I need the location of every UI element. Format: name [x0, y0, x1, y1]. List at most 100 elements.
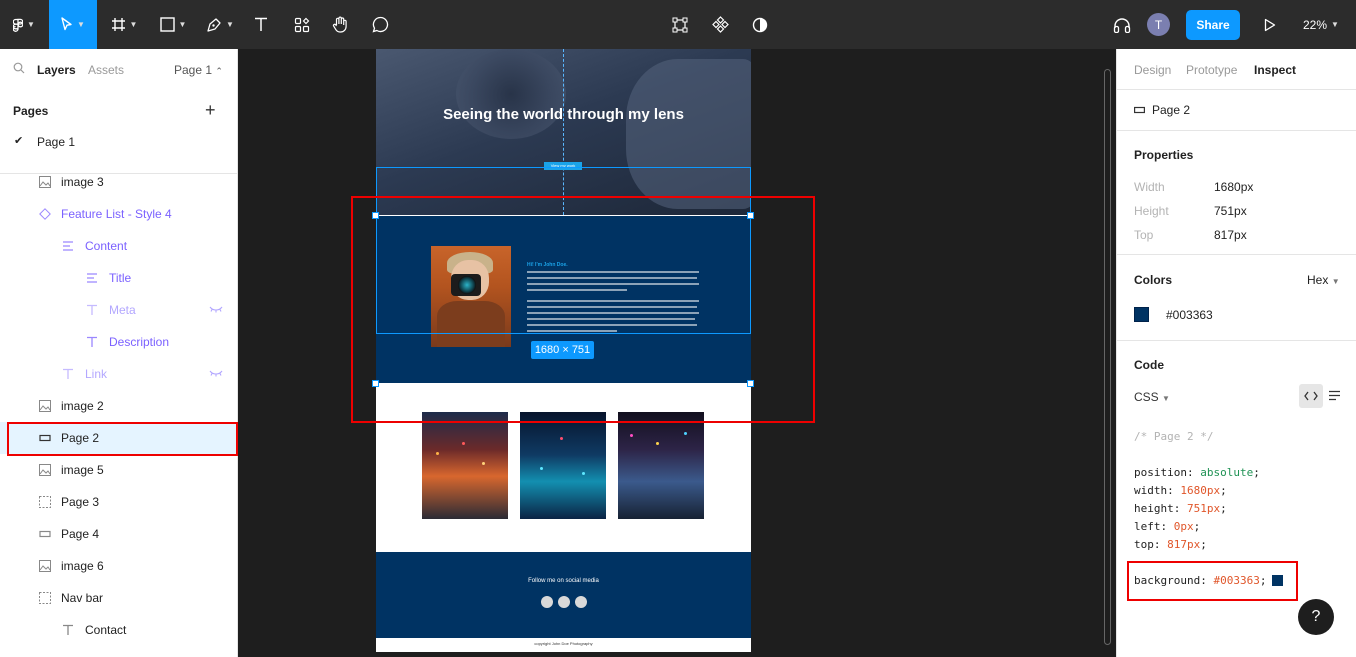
footer: copyright John Doe Photography	[376, 638, 751, 652]
audio-button[interactable]	[1110, 0, 1134, 49]
frame-tool-button[interactable]: ▼	[106, 0, 142, 49]
page-item[interactable]: ✔ Page 1	[0, 131, 237, 153]
social-icon[interactable]	[558, 596, 570, 608]
layer-label: Feature List - Style 4	[61, 207, 172, 221]
gallery-photo[interactable]	[618, 412, 704, 519]
group-icon	[39, 496, 51, 508]
layer-label: Page 4	[61, 527, 100, 541]
highlight-box	[351, 196, 815, 423]
color-format-dropdown[interactable]: Hex ▼	[1307, 273, 1340, 287]
layer-item[interactable]: Meta	[0, 294, 237, 326]
hidden-eye-icon[interactable]	[209, 369, 223, 377]
add-page-button[interactable]: +	[205, 100, 216, 121]
property-value[interactable]: 751px	[1214, 204, 1247, 218]
chevron-down-icon: ▼	[77, 20, 85, 29]
comment-tool-button[interactable]	[368, 0, 392, 49]
move-tool-button[interactable]: ▼	[49, 0, 97, 49]
tab-assets[interactable]: Assets	[88, 63, 124, 77]
social-icon[interactable]	[575, 596, 587, 608]
layer-item[interactable]: Page 4	[0, 518, 237, 550]
text-tool-button[interactable]	[249, 0, 273, 49]
social-icon[interactable]	[541, 596, 553, 608]
layer-label: Meta	[109, 303, 136, 317]
code-prop: height	[1134, 502, 1174, 515]
highlight-box	[7, 422, 238, 456]
zoom-menu[interactable]: 22% ▼	[1303, 0, 1339, 49]
color-format-label: Hex	[1307, 273, 1329, 287]
present-button[interactable]	[1258, 0, 1282, 49]
code-language-dropdown[interactable]: CSS ▼	[1134, 390, 1170, 404]
chevron-down-icon: ▼	[178, 20, 187, 29]
colors-heading: Colors	[1134, 273, 1173, 287]
text-layer-icon	[87, 304, 97, 315]
layer-label: image 2	[61, 399, 104, 413]
pen-tool-button[interactable]: ▼	[202, 0, 238, 49]
layer-item[interactable]: Page 3	[0, 486, 237, 518]
social-section[interactable]: Follow me on social media	[376, 552, 751, 638]
layer-item[interactable]: Title	[0, 262, 237, 294]
component-button[interactable]	[708, 0, 732, 49]
frame-layer-icon	[39, 530, 51, 538]
gallery-photo[interactable]	[520, 412, 606, 519]
component-icon	[711, 16, 729, 33]
code-view-toggle[interactable]	[1299, 384, 1323, 408]
footer-text: copyright John Doe Photography	[534, 641, 593, 646]
rectangle-icon	[159, 17, 175, 32]
divider	[1117, 340, 1356, 341]
list-view-icon[interactable]	[1328, 390, 1341, 401]
layer-item[interactable]: image 5	[0, 454, 237, 486]
tab-inspect[interactable]: Inspect	[1254, 63, 1296, 77]
main-menu-button[interactable]: ▼	[6, 0, 42, 49]
code-prop: position	[1134, 466, 1187, 479]
layer-label: Link	[85, 367, 108, 381]
layer-item[interactable]: Contact	[0, 614, 237, 646]
chevron-down-icon: ▼	[1331, 277, 1340, 286]
layer-item[interactable]: image 6	[0, 550, 237, 582]
search-icon[interactable]	[13, 62, 25, 74]
hidden-eye-icon[interactable]	[209, 305, 223, 313]
auto-layout-icon	[63, 241, 73, 251]
property-value[interactable]: 817px	[1214, 228, 1247, 242]
inspect-panel: Design Prototype Inspect Page 2 Properti…	[1116, 49, 1356, 657]
layer-item[interactable]: Feature List - Style 4	[0, 198, 237, 230]
shape-tool-button[interactable]: ▼	[155, 0, 191, 49]
code-prop: left	[1134, 520, 1161, 533]
color-swatch[interactable]	[1134, 307, 1149, 322]
highlight-box	[1127, 561, 1298, 601]
code-value: absolute	[1200, 466, 1254, 479]
hero-title: Seeing the world through my lens	[443, 106, 684, 123]
code-line: height: 751px;	[1134, 502, 1227, 515]
gallery-photo[interactable]	[422, 412, 508, 519]
social-title: Follow me on social media	[528, 578, 599, 584]
transform-button[interactable]	[668, 0, 692, 49]
layer-item[interactable]: Nav bar	[0, 582, 237, 614]
code-prop: width	[1134, 484, 1168, 497]
share-button[interactable]: Share	[1186, 10, 1240, 40]
avatar[interactable]: T	[1147, 13, 1170, 36]
pages-heading: Pages	[13, 104, 49, 118]
light-dot	[462, 442, 465, 445]
text-layer-icon	[63, 624, 73, 635]
layer-item[interactable]: image 3	[0, 166, 237, 198]
chevron-up-icon: ⌃	[215, 66, 223, 76]
page-selector[interactable]: Page 1 ⌃	[174, 63, 223, 77]
contrast-button[interactable]	[748, 0, 772, 49]
resources-button[interactable]	[290, 0, 314, 49]
figma-logo-icon	[13, 18, 24, 32]
chevron-down-icon: ▼	[226, 20, 234, 29]
layer-item[interactable]: Content	[0, 230, 237, 262]
canvas-scrollbar[interactable]	[1104, 69, 1111, 645]
layer-item[interactable]: image 2	[0, 390, 237, 422]
tab-design[interactable]: Design	[1134, 63, 1171, 77]
property-value[interactable]: 1680px	[1214, 180, 1253, 194]
image-icon	[39, 176, 51, 188]
component-instance-icon	[39, 208, 51, 220]
help-button[interactable]: ?	[1298, 599, 1334, 635]
layer-item[interactable]: Link	[0, 358, 237, 390]
layer-item[interactable]: Description	[0, 326, 237, 358]
color-hex-value[interactable]: #003363	[1166, 308, 1213, 322]
tab-layers[interactable]: Layers	[37, 63, 76, 77]
hand-tool-button[interactable]	[328, 0, 352, 49]
tab-prototype[interactable]: Prototype	[1186, 63, 1237, 77]
transform-icon	[672, 17, 688, 32]
